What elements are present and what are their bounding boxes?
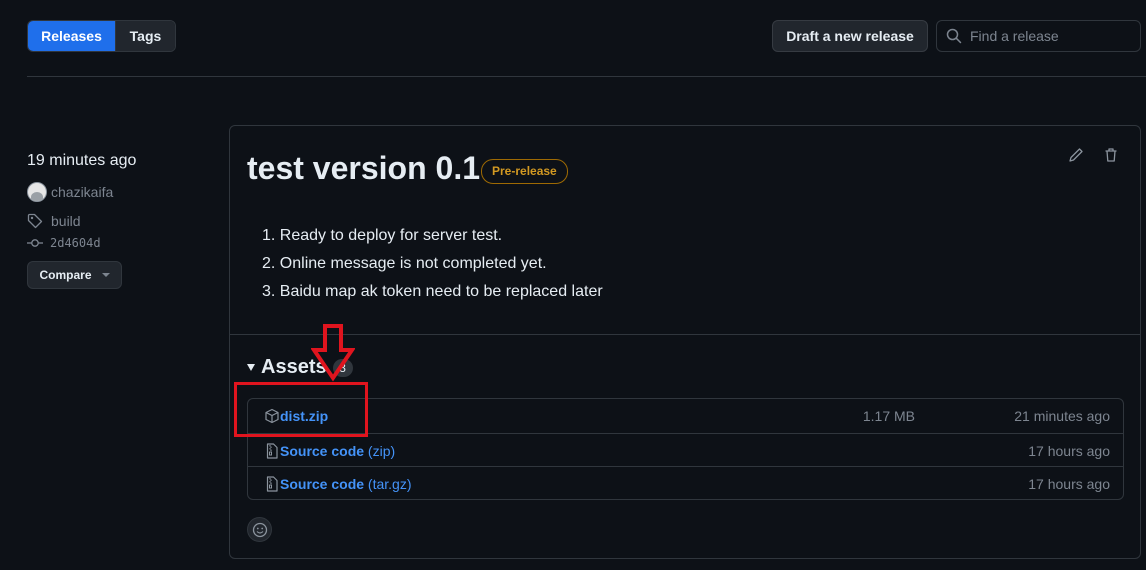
asset-link[interactable]: Source code (zip) (280, 443, 395, 459)
author-row[interactable]: chazikaifa (27, 182, 207, 202)
asset-name[interactable]: Source code (280, 476, 364, 492)
commit-row[interactable]: 2d4604d (27, 235, 207, 251)
file-zip-icon (266, 476, 278, 492)
annotation-arrow-icon (311, 324, 355, 382)
asset-link[interactable]: Source code (tar.gz) (280, 476, 412, 492)
tag-icon (27, 213, 43, 229)
tab-tags[interactable]: Tags (115, 21, 175, 51)
search-icon (946, 28, 962, 44)
commit-icon (27, 239, 43, 247)
search-input[interactable] (970, 28, 1130, 44)
release-card: test version 0.1 Pre-release 1. Ready to… (229, 125, 1141, 559)
release-tag-switcher: Releases Tags (27, 20, 176, 52)
asset-row-dist[interactable]: dist.zip 1.17 MB 21 minutes ago (248, 399, 1123, 433)
compare-button[interactable]: Compare (27, 261, 122, 289)
note-item: 2. Online message is not completed yet. (262, 255, 547, 272)
release-title[interactable]: test version 0.1 (247, 150, 480, 187)
release-notes: 1. Ready to deploy for server test. 2. O… (262, 222, 603, 306)
tab-releases[interactable]: Releases (28, 21, 115, 51)
prerelease-badge: Pre-release (481, 159, 568, 184)
trash-icon[interactable] (1103, 147, 1119, 163)
tag-row[interactable]: build (27, 213, 207, 229)
triangle-down-icon (247, 364, 255, 371)
header-divider (27, 76, 1146, 77)
author-name[interactable]: chazikaifa (51, 184, 113, 200)
release-search[interactable] (936, 20, 1141, 52)
release-time: 19 minutes ago (27, 152, 137, 169)
add-reaction-button[interactable] (247, 517, 272, 542)
release-sidebar: 19 minutes ago chazikaifa build 2d4604d … (27, 150, 207, 289)
compare-label: Compare (39, 268, 92, 282)
note-item: 1. Ready to deploy for server test. (262, 227, 503, 244)
commit-sha[interactable]: 2d4604d (50, 236, 101, 250)
note-item: 3. Baidu map ak token need to be replace… (262, 283, 603, 300)
asset-date: 17 hours ago (1028, 475, 1110, 492)
asset-format[interactable]: (tar.gz) (368, 476, 412, 492)
asset-size: 1.17 MB (862, 408, 915, 424)
asset-format[interactable]: (zip) (368, 443, 395, 459)
avatar[interactable] (27, 182, 47, 202)
chevron-down-icon (101, 273, 110, 277)
smiley-icon (252, 522, 267, 537)
tag-name[interactable]: build (51, 213, 81, 229)
assets-list: dist.zip 1.17 MB 21 minutes ago Source c… (247, 398, 1124, 500)
asset-date: 17 hours ago (1028, 442, 1110, 459)
asset-row-source-targz[interactable]: Source code (tar.gz) 17 hours ago (248, 466, 1123, 500)
file-zip-icon (266, 443, 278, 459)
asset-row-source-zip[interactable]: Source code (zip) 17 hours ago (248, 433, 1123, 467)
asset-name[interactable]: Source code (280, 443, 364, 459)
notes-divider (230, 334, 1140, 335)
annotation-highlight-box (234, 382, 368, 437)
pencil-icon[interactable] (1068, 147, 1084, 163)
draft-release-button[interactable]: Draft a new release (772, 20, 928, 52)
asset-date: 21 minutes ago (1014, 408, 1110, 424)
